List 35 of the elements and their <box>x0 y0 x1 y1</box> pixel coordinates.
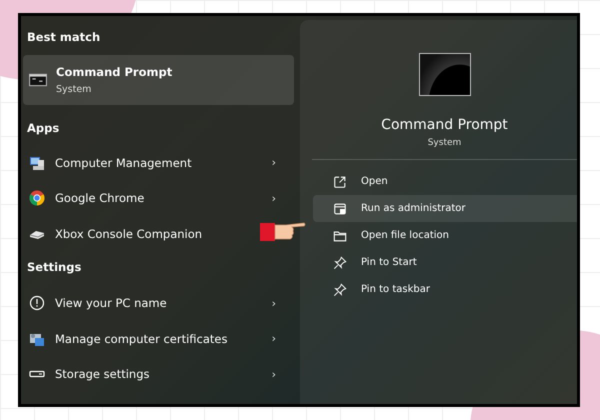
folder-icon <box>333 228 347 242</box>
pointing-hand-drawing <box>260 221 306 243</box>
external-link-icon <box>333 174 347 188</box>
app-name[interactable]: Google Chrome <box>55 191 144 206</box>
setting-name[interactable]: Storage settings <box>55 367 150 382</box>
chevron-icon: › <box>272 156 276 170</box>
app-title: Command Prompt <box>56 65 172 79</box>
chevron-icon: › <box>272 332 276 346</box>
action-item[interactable]: Pin to taskbar <box>313 276 577 303</box>
section-heading: Settings <box>26 258 82 276</box>
best-match-item[interactable]: Command Prompt System <box>23 55 294 105</box>
chevron-icon: › <box>272 192 276 205</box>
terminal-icon <box>418 53 470 96</box>
setting-name[interactable]: Manage computer certificates <box>55 332 228 346</box>
info-icon <box>29 295 45 312</box>
action-item[interactable]: Pin to Start <box>313 249 577 276</box>
app-name[interactable]: Xbox Console Companion <box>55 226 202 241</box>
pin-icon <box>333 282 347 296</box>
computer-icon <box>29 154 45 171</box>
chevron-icon: › <box>272 296 276 310</box>
action-item[interactable]: Open <box>313 168 577 195</box>
section-heading: Apps <box>26 120 60 137</box>
setting-name[interactable]: View your PC name <box>55 296 167 310</box>
app-name[interactable]: Computer Management <box>55 156 192 170</box>
app-title: Command Prompt <box>381 117 508 133</box>
action-item[interactable]: Open file location <box>313 222 577 249</box>
chevron-icon: › <box>272 368 276 381</box>
shield-window-icon <box>333 202 347 216</box>
section-heading: Best match <box>26 29 102 46</box>
action-item[interactable]: Run as administrator <box>313 195 577 222</box>
terminal-icon <box>29 71 47 89</box>
pin-icon <box>333 256 347 270</box>
browser-icon <box>29 190 45 206</box>
app-category: System <box>428 138 462 148</box>
app-category: System <box>56 84 92 95</box>
